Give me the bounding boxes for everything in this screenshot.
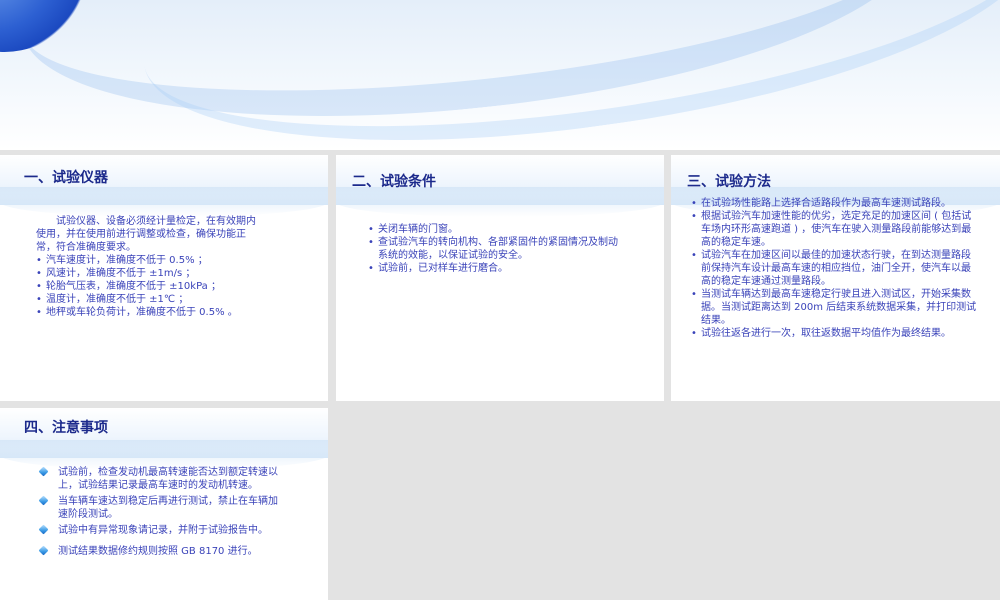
top-banner [0,0,1000,150]
slide-thumbnail-1[interactable]: 一、试验仪器 试验仪器、设备必须经计量检定，在有效期内使用，并在使用前进行调整或… [0,155,328,401]
slide-body: 关闭车辆的门窗。 查试验汽车的转向机构、各部紧固件的紧固情况及制动系统的效能，以… [366,223,626,275]
list-item: 试验往返各进行一次，取往返数据平均值作为最终结果。 [689,327,979,340]
slide-thumbnail-3[interactable]: 三、试验方法 在试验场性能路上选择合适路段作为最高车速测试路段。 根据试验汽车加… [671,155,1000,401]
list-item: 试验前，检查发动机最高转速能否达到额定转速以上，试验结果记录最高车速时的发动机转… [34,466,284,492]
list-item-text: 试验中有异常现象请记录，并附于试验报告中。 [58,525,268,536]
diamond-bullet-icon [38,466,49,477]
diamond-bullet-icon [38,524,49,535]
slide-title: 二、试验条件 [352,174,436,190]
intro-text: 试验仪器、设备必须经计量检定，在有效期内使用，并在使用前进行调整或检查，确保功能… [36,216,256,253]
slide-body: 试验前，检查发动机最高转速能否达到额定转速以上，试验结果记录最高车速时的发动机转… [34,466,284,561]
diamond-bullet-icon [38,495,49,506]
list-item-text: 试验前，检查发动机最高转速能否达到额定转速以上，试验结果记录最高车速时的发动机转… [58,467,278,491]
list-item: 温度计，准确度不低于 ±1℃ ； [36,293,260,306]
list-item: 地秤或车轮负荷计，准确度不低于 0.5% 。 [36,306,260,319]
list-item: 关闭车辆的门窗。 [366,223,626,236]
list-item: 当测试车辆达到最高车速稳定行驶且进入测试区，开始采集数据。当测试距离达到 200… [689,288,979,327]
slide-title: 三、试验方法 [687,174,771,190]
list-item-text: 测试结果数据修约规则按照 GB 8170 进行。 [58,546,258,557]
list-item: 测试结果数据修约规则按照 GB 8170 进行。 [34,545,284,558]
list-item: 查试验汽车的转向机构、各部紧固件的紧固情况及制动系统的效能，以保证试验的安全。 [366,236,626,262]
list-item: 试验汽车在加速区间以最佳的加速状态行驶，在到达测量路段前保持汽车设计最高车速的相… [689,249,979,288]
slide-body: 试验仪器、设备必须经计量检定，在有效期内使用，并在使用前进行调整或检查，确保功能… [36,215,260,319]
list-item-text: 当车辆车速达到稳定后再进行测试，禁止在车辆加速阶段测试。 [58,496,278,520]
list-item: 轮胎气压表，准确度不低于 ±10kPa ； [36,280,260,293]
slide-thumbnail-4[interactable]: 四、注意事项 试验前，检查发动机最高转速能否达到额定转速以上，试验结果记录最高车… [0,408,328,600]
slide-title: 四、注意事项 [24,420,108,436]
banner-swoosh [127,0,1000,150]
list-item: 汽车速度计，准确度不低于 0.5% ； [36,254,260,267]
list-item: 当车辆车速达到稳定后再进行测试，禁止在车辆加速阶段测试。 [34,495,284,521]
slide-title: 一、试验仪器 [24,170,108,186]
list-item: 风速计，准确度不低于 ±1m/s ； [36,267,260,280]
list-item: 在试验场性能路上选择合适路段作为最高车速测试路段。 [689,197,979,210]
slide-thumbnail-2[interactable]: 二、试验条件 关闭车辆的门窗。 查试验汽车的转向机构、各部紧固件的紧固情况及制动… [336,155,664,401]
list-item: 根据试验汽车加速性能的优劣，选定充足的加速区间 ( 包括试车场内环形高速跑道 )… [689,210,979,249]
list-item: 试验中有异常现象请记录，并附于试验报告中。 [34,524,284,537]
diamond-bullet-icon [38,545,49,556]
slide-body: 在试验场性能路上选择合适路段作为最高车速测试路段。 根据试验汽车加速性能的优劣，… [689,197,979,340]
list-item: 试验前，已对样车进行磨合。 [366,262,626,275]
